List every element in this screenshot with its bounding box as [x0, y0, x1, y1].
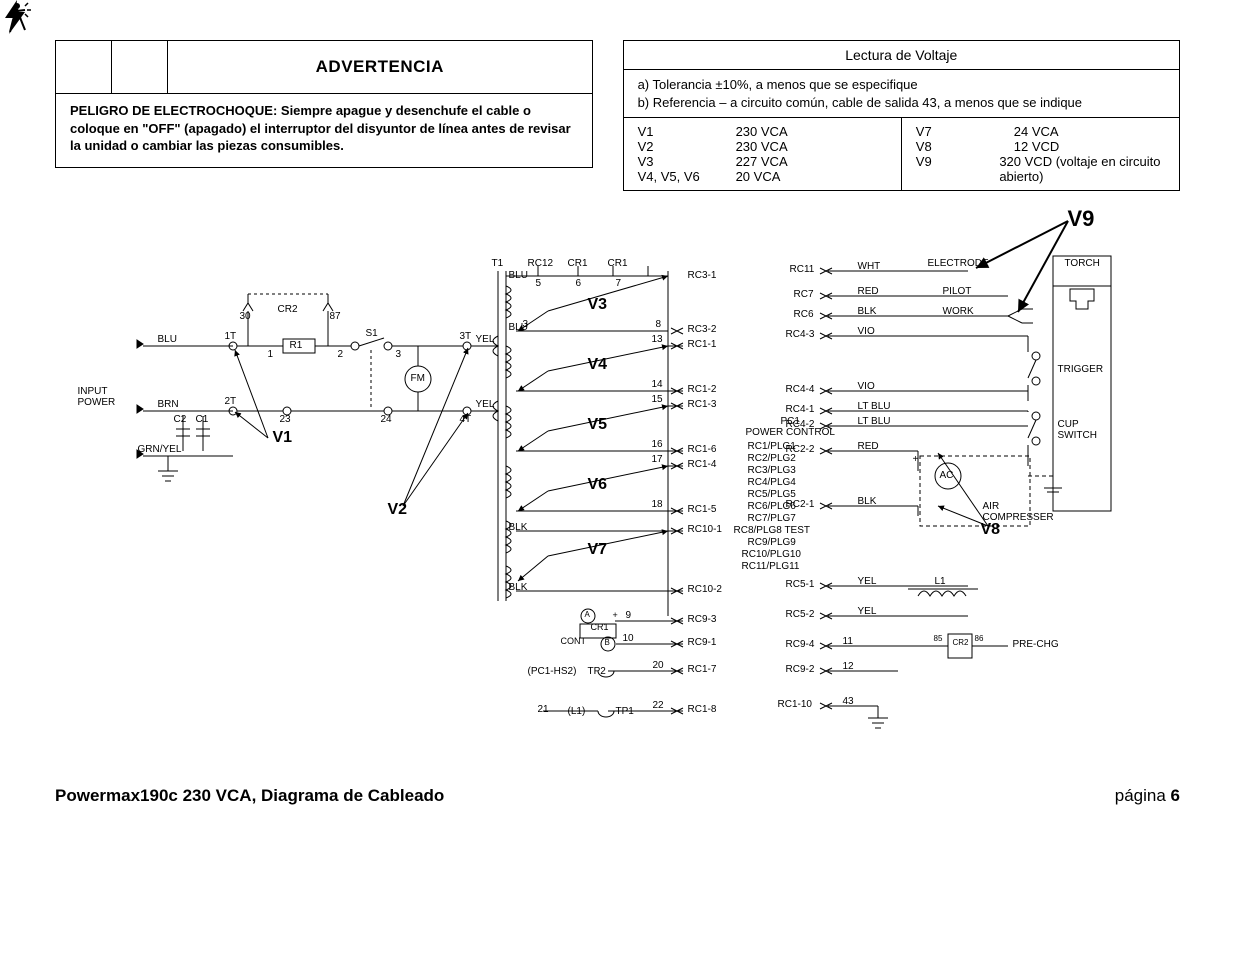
voltage-table-title: Lectura de Voltaje [624, 41, 1179, 70]
v9-label: V9 [1068, 206, 1095, 232]
wire-grnyel: GRN/YEL [138, 444, 182, 455]
wire-blu: BLU [158, 334, 177, 345]
v1-label: V1 [273, 429, 293, 447]
shock-icon [56, 41, 112, 93]
v2-label: V2 [388, 501, 408, 519]
warning-box: ADVERTENCIA PELIGRO DE ELECTROCHOQUE: Si… [55, 40, 593, 168]
footer-page: página 6 [1115, 786, 1180, 806]
voltage-table-notes: a) Tolerancia ±10%, a menos que se espec… [624, 70, 1179, 118]
wire-brn: BRN [158, 399, 179, 410]
warning-body: PELIGRO DE ELECTROCHOQUE: Siempre apague… [56, 94, 592, 167]
footer-title: Powermax190c 230 VCA, Diagrama de Cablea… [55, 786, 444, 806]
input-power-label: INPUTPOWER [78, 386, 116, 408]
person-shock-icon [112, 41, 168, 93]
warning-title: ADVERTENCIA [168, 41, 592, 93]
voltage-table: Lectura de Voltaje a) Tolerancia ±10%, a… [623, 40, 1180, 191]
diagram-svg [68, 216, 1168, 766]
wiring-diagram: INPUTPOWER BLU BRN GRN/YEL 1T 2T 3T 4T R… [68, 216, 1168, 766]
v8-label: V8 [981, 521, 1001, 539]
